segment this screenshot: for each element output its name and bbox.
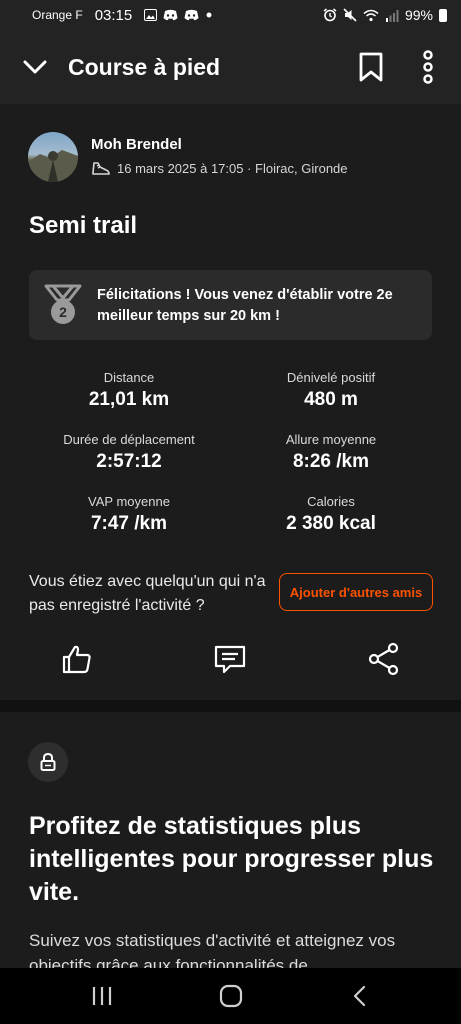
battery-percent: 99% bbox=[404, 7, 433, 23]
athlete-name[interactable]: Moh Brendel bbox=[91, 136, 182, 153]
bookmark-icon[interactable] bbox=[356, 51, 386, 83]
avatar[interactable] bbox=[28, 132, 78, 182]
app-bar: Course à pied bbox=[0, 30, 461, 104]
wifi-icon bbox=[363, 9, 379, 21]
status-left: Orange F 03:15 99% bbox=[32, 6, 447, 24]
stat-label: Allure moyenne bbox=[285, 432, 377, 447]
carrier-label: Orange F bbox=[32, 8, 83, 22]
activity-date-location: 16 mars 2025 à 17:05 · Floirac, Gironde bbox=[117, 160, 348, 176]
promo-body: Suivez vos statistiques d'activité et at… bbox=[29, 931, 396, 972]
lock-badge bbox=[28, 742, 68, 782]
activity-meta: 16 mars 2025 à 17:05 · Floirac, Gironde bbox=[91, 159, 348, 177]
achievement-banner[interactable]: 2 Félicitations ! Vous venez d'établir v… bbox=[29, 270, 432, 340]
status-bar: Orange F 03:15 99% bbox=[0, 0, 461, 30]
alarm-icon bbox=[323, 8, 337, 22]
discord-icon bbox=[163, 9, 178, 21]
image-icon bbox=[144, 9, 158, 21]
stat-label: Distance bbox=[103, 370, 155, 385]
status-time: 03:15 bbox=[94, 6, 133, 24]
lock-icon bbox=[40, 752, 56, 771]
medal-icon: 2 bbox=[44, 284, 82, 324]
comment-icon[interactable] bbox=[213, 642, 247, 676]
stat-elevation: Dénivelé positif 480 m bbox=[231, 370, 431, 411]
achievement-text: Félicitations ! Vous venez d'établir vot… bbox=[97, 287, 393, 324]
stat-value: 7:47 /km bbox=[90, 513, 168, 534]
activity-card: Moh Brendel 16 mars 2025 à 17:05 · Floir… bbox=[0, 104, 461, 700]
signal-icon bbox=[385, 9, 399, 22]
discord-icon bbox=[184, 9, 199, 21]
battery-icon bbox=[439, 8, 447, 22]
system-nav-bar bbox=[0, 968, 461, 1024]
stat-gap: VAP moyenne 7:47 /km bbox=[29, 494, 229, 535]
recent-apps-icon[interactable] bbox=[88, 982, 116, 1010]
thumbs-up-icon[interactable] bbox=[60, 642, 94, 676]
notification-icons bbox=[144, 9, 213, 21]
medal-rank: 2 bbox=[59, 304, 67, 320]
stat-distance: Distance 21,01 km bbox=[29, 370, 229, 411]
stat-value: 480 m bbox=[304, 389, 358, 410]
promo-heading: Profitez de statistiques plus intelligen… bbox=[29, 812, 434, 906]
status-right: 99% bbox=[323, 7, 447, 23]
companion-prompt: Vous étiez avec quelqu'un qui n'a pas en… bbox=[29, 573, 266, 614]
stat-value: 8:26 /km bbox=[292, 451, 370, 472]
page-title: Course à pied bbox=[68, 54, 221, 80]
stat-label: VAP moyenne bbox=[88, 494, 170, 509]
subscription-promo: Profitez de statistiques plus intelligen… bbox=[0, 712, 461, 972]
chevron-down-icon[interactable] bbox=[20, 52, 50, 82]
add-friends-button[interactable]: Ajouter d'autres amis bbox=[279, 573, 433, 611]
stat-label: Calories bbox=[307, 494, 355, 509]
avatar-photo bbox=[28, 150, 78, 182]
back-icon[interactable] bbox=[346, 982, 374, 1010]
stat-label: Dénivelé positif bbox=[286, 370, 376, 385]
mute-icon bbox=[343, 8, 357, 22]
activity-title: Semi trail bbox=[29, 212, 138, 239]
shoe-icon bbox=[92, 162, 110, 175]
dot-icon bbox=[206, 12, 212, 18]
stat-value: 2:57:12 bbox=[96, 451, 162, 472]
stat-calories: Calories 2 380 kcal bbox=[231, 494, 431, 535]
stat-label: Durée de déplacement bbox=[63, 432, 195, 447]
share-icon[interactable] bbox=[367, 642, 401, 676]
stat-pace: Allure moyenne 8:26 /km bbox=[231, 432, 431, 473]
stat-moving-time: Durée de déplacement 2:57:12 bbox=[29, 432, 229, 473]
home-icon[interactable] bbox=[217, 982, 245, 1010]
stat-value: 2 380 kcal bbox=[286, 513, 376, 534]
more-options-icon[interactable] bbox=[418, 50, 438, 84]
stat-value: 21,01 km bbox=[88, 389, 170, 410]
